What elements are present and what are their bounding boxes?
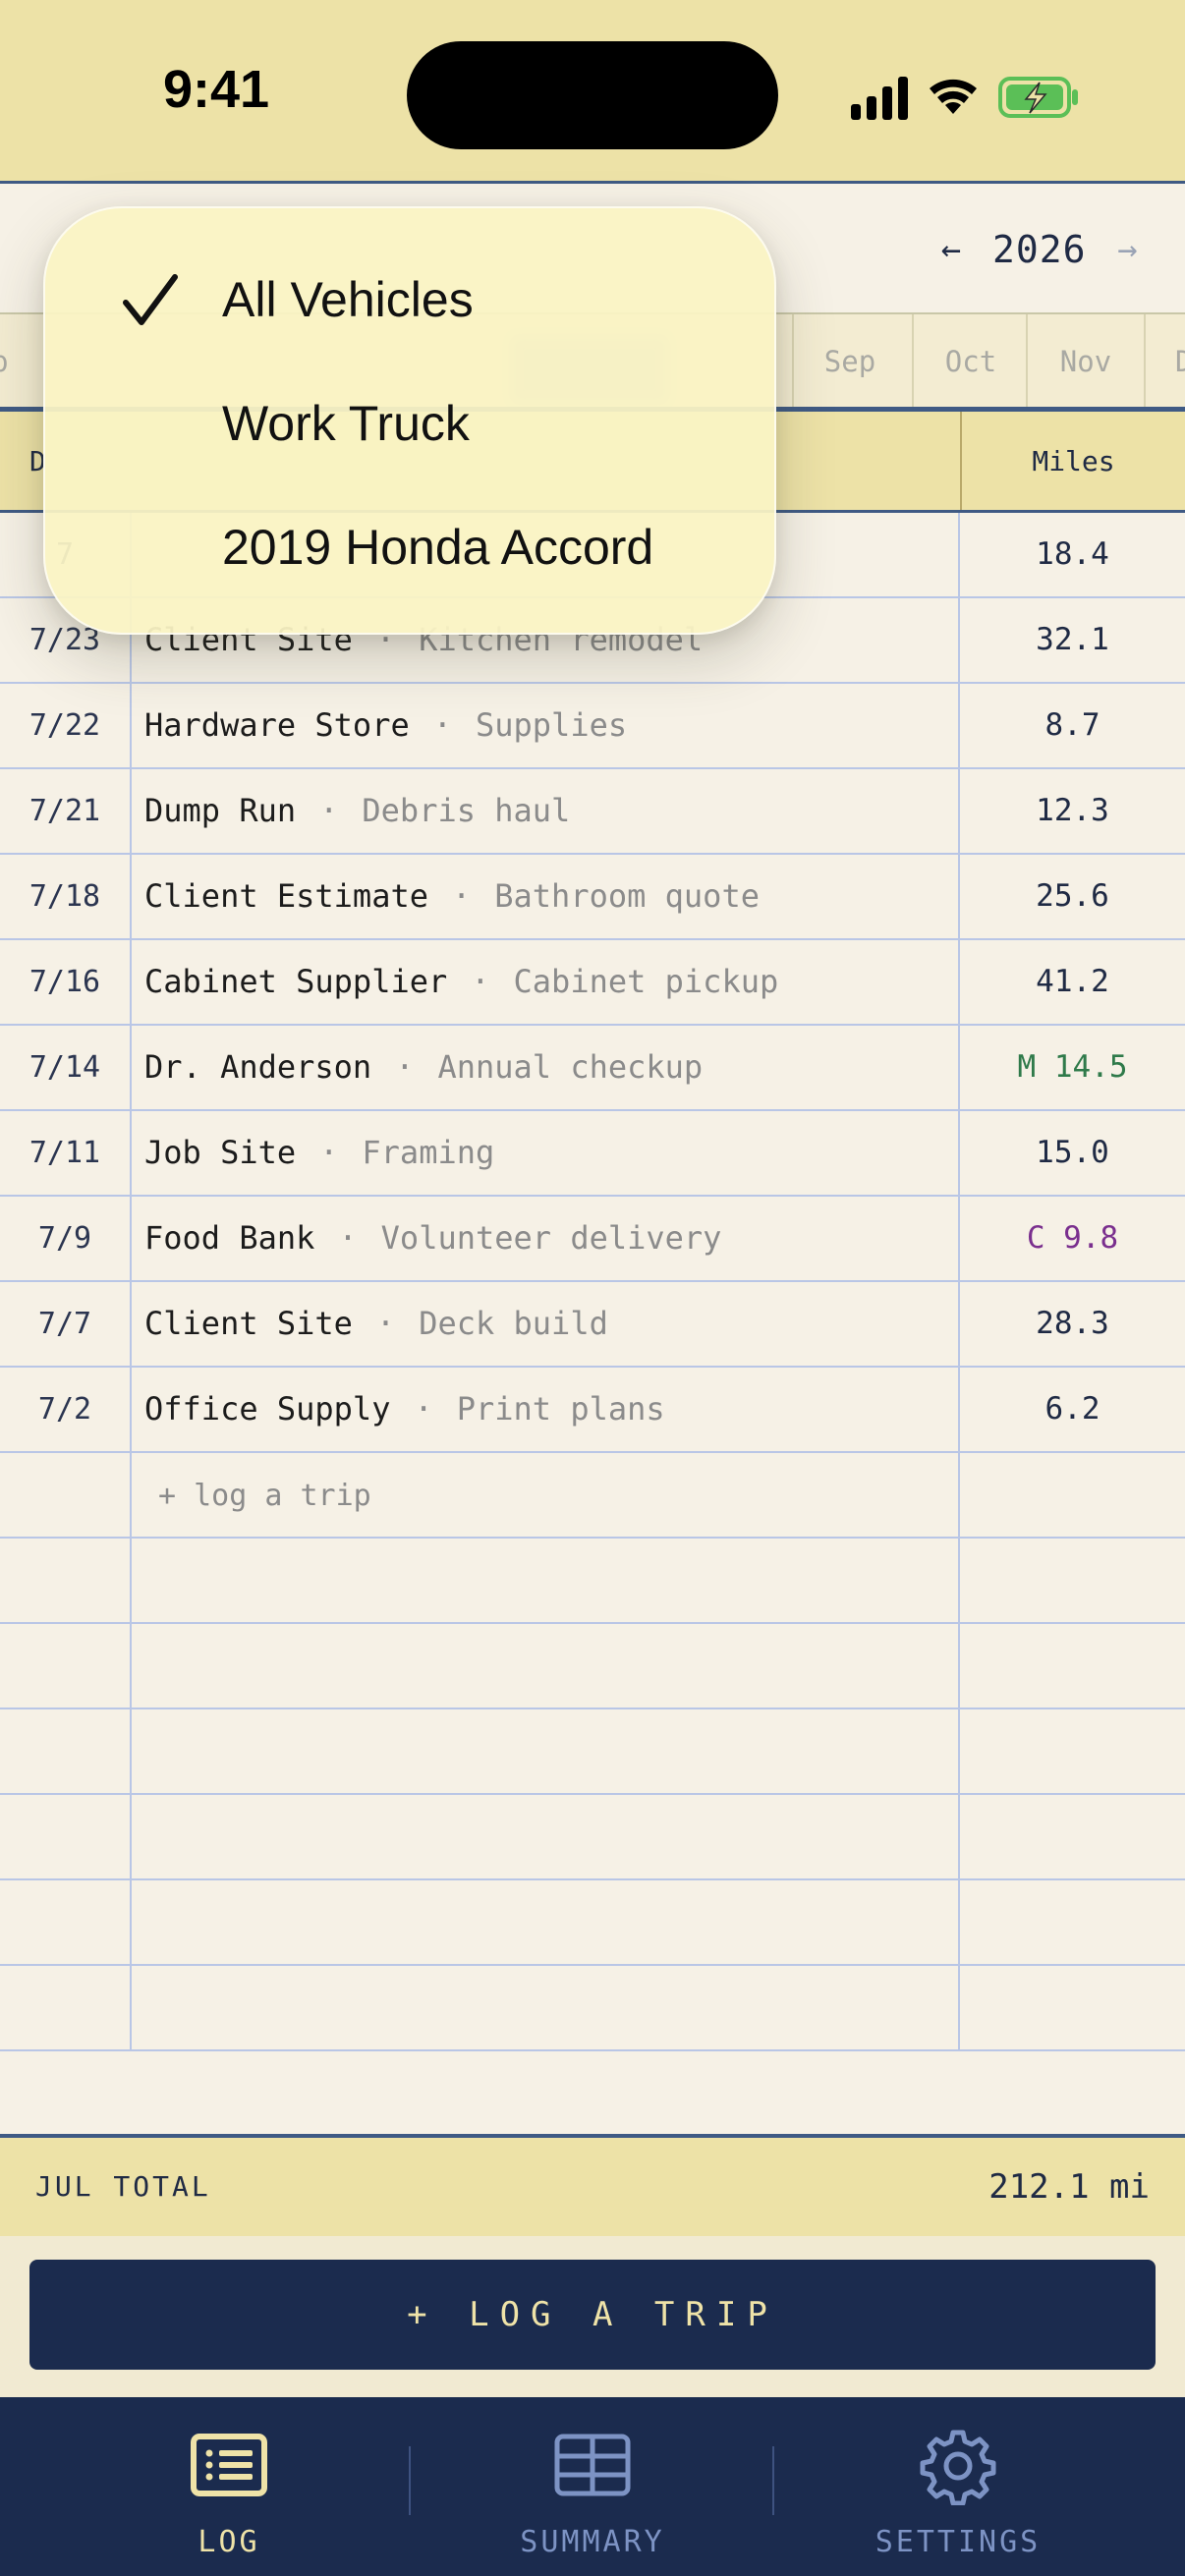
- menu-item-all-vehicles[interactable]: All Vehicles: [45, 246, 778, 354]
- tab-summary[interactable]: SUMMARY: [395, 2397, 790, 2576]
- month-total-bar: JUL TOTAL 212.1 mi: [0, 2138, 1185, 2236]
- action-area: + LOG A TRIP: [0, 2236, 1185, 2397]
- trip-description: Dr. Anderson · Annual checkup: [144, 1048, 704, 1086]
- trip-miles: 12.3: [1036, 793, 1109, 828]
- table-row[interactable]: 7/16 Cabinet Supplier · Cabinet pickup 41.…: [0, 940, 1185, 1026]
- tab-month-sep[interactable]: Sep: [796, 345, 904, 378]
- arrow-right-icon[interactable]: →: [1110, 230, 1146, 269]
- tab-settings[interactable]: SETTINGS: [761, 2397, 1156, 2576]
- empty-row: [0, 1966, 1185, 2051]
- table-row[interactable]: 7/21 Dump Run · Debris haul 12.3: [0, 769, 1185, 855]
- trip-list: 7 18.4 7/23 Client Site·Kitchen remodel …: [0, 513, 1185, 2051]
- trip-date: 7/22: [28, 708, 101, 743]
- trip-description: Office Supply · Print plans: [144, 1390, 665, 1428]
- divider: [0, 181, 1185, 184]
- tab-label: SETTINGS: [875, 2525, 1042, 2559]
- vehicle-menu: All Vehicles Work Truck 2019 Honda Accor…: [43, 206, 776, 635]
- trip-miles: 28.3: [1036, 1306, 1109, 1341]
- table-row[interactable]: 7/7 Client Site · Deck build 28.3: [0, 1282, 1185, 1368]
- year-label: 2026: [992, 228, 1087, 271]
- trip-date: 7/11: [28, 1136, 101, 1170]
- trip-description: Hardware Store · Supplies: [144, 706, 628, 744]
- trip-description: Client Site · Deck build: [144, 1305, 608, 1342]
- tab-month-oct[interactable]: Oct: [912, 314, 1028, 409]
- trip-date: 7/2: [37, 1392, 92, 1427]
- table-row[interactable]: 7/2 Office Supply · Print plans 6.2: [0, 1368, 1185, 1453]
- empty-row: [0, 1795, 1185, 1880]
- trip-miles: 32.1: [1036, 622, 1109, 657]
- menu-item-label: 2019 Honda Accord: [222, 520, 654, 575]
- trip-miles: 18.4: [1036, 536, 1109, 572]
- tab-log[interactable]: LOG: [31, 2397, 426, 2576]
- empty-row: [0, 1624, 1185, 1709]
- table-icon: [554, 2434, 631, 2496]
- menu-item-label: Work Truck: [222, 396, 470, 451]
- list-icon: [191, 2434, 267, 2496]
- column-header-miles: Miles: [960, 412, 1185, 512]
- dynamic-island: [407, 41, 778, 149]
- trip-date: 7/21: [28, 794, 101, 828]
- tab-label: SUMMARY: [520, 2525, 665, 2559]
- trip-miles: 8.7: [1044, 707, 1100, 743]
- gear-icon: [920, 2430, 996, 2505]
- tab-month-partial-right[interactable]: D: [1144, 314, 1185, 409]
- menu-item-label: All Vehicles: [222, 272, 474, 327]
- table-row[interactable]: 7/11 Job Site · Framing 15.0: [0, 1111, 1185, 1197]
- trip-miles: 15.0: [1036, 1135, 1109, 1170]
- trip-miles: 41.2: [1036, 964, 1109, 999]
- tab-bar: LOG SUMMARY SETTINGS: [0, 2397, 1185, 2576]
- add-trip-row[interactable]: + log a trip: [0, 1453, 1185, 1539]
- trip-description: Cabinet Supplier · Cabinet pickup: [144, 963, 779, 1000]
- total-value: 212.1 mi: [988, 2167, 1150, 2207]
- tab-month-nov[interactable]: Nov: [1026, 314, 1144, 409]
- signal-icon: [851, 77, 908, 120]
- trip-miles: 6.2: [1044, 1391, 1100, 1427]
- tab-label: LOG: [198, 2525, 260, 2559]
- empty-row: [0, 1539, 1185, 1624]
- trip-miles-medical: M 14.5: [1017, 1049, 1128, 1085]
- empty-row: [0, 1709, 1185, 1795]
- trip-description: Job Site · Framing: [144, 1134, 495, 1171]
- tab-sep: Sep Oct: [792, 314, 1024, 409]
- year-navigator: ← 2026 →: [933, 220, 1146, 279]
- empty-row: [0, 1880, 1185, 1966]
- battery-icon: [998, 77, 1078, 118]
- trip-date: 7/14: [28, 1050, 101, 1085]
- trip-date: 7/9: [37, 1221, 92, 1256]
- table-row[interactable]: 7/14 Dr. Anderson · Annual checkup M 14.5: [0, 1026, 1185, 1111]
- menu-item-honda-accord[interactable]: 2019 Honda Accord: [45, 493, 778, 601]
- tab-month-partial[interactable]: o: [0, 314, 20, 409]
- table-row[interactable]: 7/18 Client Estimate · Bathroom quote 25.6: [0, 855, 1185, 940]
- checkmark-icon: [123, 274, 178, 325]
- trip-date: 7/18: [28, 879, 101, 914]
- column-rule: [130, 513, 132, 2050]
- trip-date: 7/7: [37, 1307, 92, 1341]
- status-time: 9:41: [162, 60, 270, 119]
- trip-description: Dump Run · Debris haul: [144, 792, 571, 829]
- menu-item-work-truck[interactable]: Work Truck: [45, 369, 778, 477]
- add-trip-link[interactable]: + log a trip: [144, 1453, 950, 1537]
- trip-miles: 25.6: [1036, 878, 1109, 914]
- trip-miles-charity: C 9.8: [1026, 1220, 1119, 1256]
- total-label: JUL TOTAL: [35, 2170, 211, 2203]
- table-row[interactable]: 7/22 Hardware Store · Supplies 8.7: [0, 684, 1185, 769]
- wifi-icon: [930, 79, 977, 114]
- arrow-left-icon[interactable]: ←: [933, 230, 969, 269]
- log-trip-button[interactable]: + LOG A TRIP: [29, 2260, 1156, 2370]
- trip-date: 7/16: [28, 965, 101, 999]
- trip-description: Client Estimate · Bathroom quote: [144, 877, 760, 915]
- trip-description: Food Bank · Volunteer delivery: [144, 1219, 722, 1257]
- status-icons: [851, 77, 1078, 120]
- column-rule: [958, 513, 960, 2050]
- table-row[interactable]: 7/9 Food Bank · Volunteer delivery C 9.8: [0, 1197, 1185, 1282]
